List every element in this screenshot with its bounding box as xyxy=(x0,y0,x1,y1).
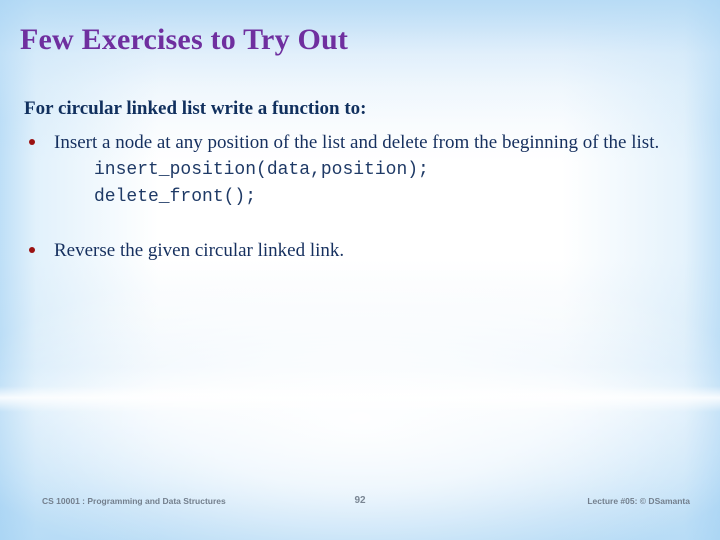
bullet-dot-icon xyxy=(29,139,35,145)
footer-lecture-credit: Lecture #05: © DSamanta xyxy=(587,496,690,506)
background-highlight-band xyxy=(0,386,720,412)
slide: Few Exercises to Try Out For circular li… xyxy=(0,0,720,540)
list-item-text: Insert a node at any position of the lis… xyxy=(54,132,660,153)
list-item: Insert a node at any position of the lis… xyxy=(24,130,704,210)
slide-footer: CS 10001 : Programming and Data Structur… xyxy=(0,493,720,509)
slide-body: For circular linked list write a functio… xyxy=(24,96,704,264)
slide-title: Few Exercises to Try Out xyxy=(20,23,349,56)
code-snippet-line-2: delete_front(); xyxy=(94,187,257,207)
list-item-text: Reverse the given circular linked link. xyxy=(54,240,345,261)
list-item: Reverse the given circular linked link. xyxy=(24,238,704,264)
lead-statement: For circular linked list write a functio… xyxy=(24,98,367,119)
code-snippet-line-1: insert_position(data,position); xyxy=(94,160,429,180)
bullet-dot-icon xyxy=(29,247,35,253)
